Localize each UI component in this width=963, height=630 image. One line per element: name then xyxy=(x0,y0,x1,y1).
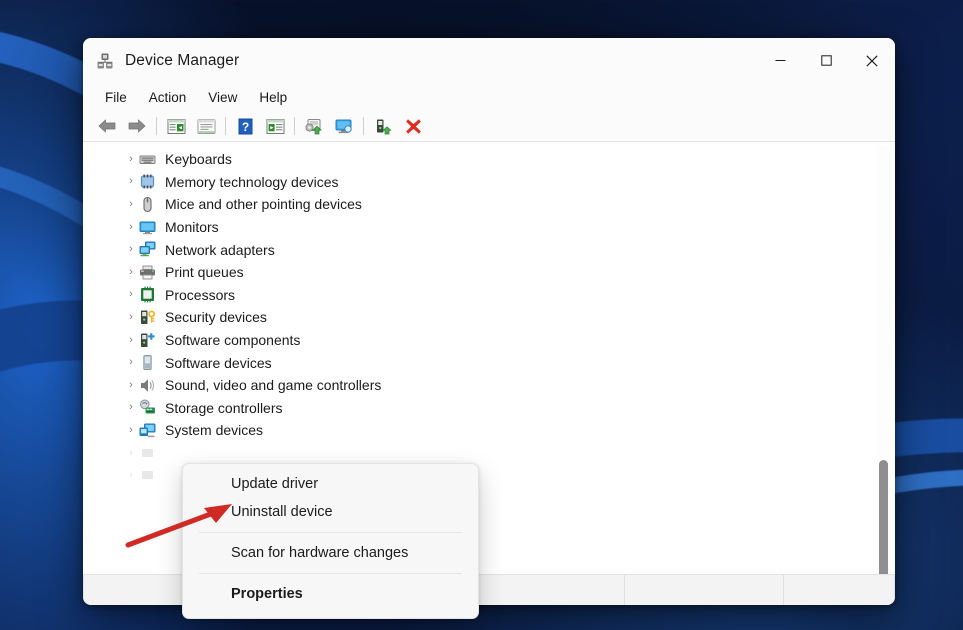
status-cell-tertiary xyxy=(784,575,895,605)
toolbar-separator xyxy=(294,117,295,135)
toolbar-separator xyxy=(156,117,157,135)
tree-item-label: Network adapters xyxy=(165,241,275,258)
window-controls xyxy=(757,38,895,83)
tree-item-processors[interactable]: › Processors xyxy=(83,284,895,307)
minimize-button[interactable] xyxy=(757,38,803,83)
scan-hardware-changes-button[interactable] xyxy=(299,113,329,139)
menu-item-view[interactable]: View xyxy=(197,87,248,108)
chevron-right-icon[interactable]: › xyxy=(123,244,139,255)
memory-card-icon xyxy=(139,173,156,190)
processor-chip-icon xyxy=(139,286,156,303)
software-device-icon xyxy=(139,354,156,371)
tree-item-label: Processors xyxy=(165,286,236,303)
tree-item-system-devices[interactable]: › System devices xyxy=(83,419,895,442)
chevron-right-icon[interactable]: › xyxy=(123,311,139,323)
tree-item-print-queues[interactable]: › Print queues xyxy=(83,261,895,284)
chevron-right-icon[interactable]: › xyxy=(123,402,139,413)
context-menu-item-scan-for-hardware-changes[interactable]: Scan for hardware changes xyxy=(183,539,478,567)
monitor-icon xyxy=(139,219,156,236)
uninstall-device-button[interactable] xyxy=(398,113,428,139)
vertical-scrollbar[interactable] xyxy=(877,146,890,574)
toolbar-separator xyxy=(225,117,226,135)
update-driver-button[interactable] xyxy=(368,113,398,139)
chevron-right-icon[interactable]: › xyxy=(123,357,139,368)
storage-controller-icon xyxy=(139,399,156,416)
status-cell-secondary xyxy=(625,575,785,605)
context-menu-item-update-driver[interactable]: Update driver xyxy=(183,470,478,498)
chevron-right-icon[interactable]: › xyxy=(123,176,139,187)
tree-item-label: Keyboards xyxy=(165,151,232,168)
tree-item-mice-and-other-pointing-devices[interactable]: › Mice and other pointing devices xyxy=(83,193,895,216)
context-menu: Update driver Uninstall device Scan for … xyxy=(182,463,479,619)
printer-icon xyxy=(139,264,156,281)
chevron-right-icon[interactable]: › xyxy=(123,266,139,278)
context-menu-separator xyxy=(199,573,462,574)
security-key-icon xyxy=(139,309,156,326)
device-manager-icon xyxy=(96,52,114,70)
system-device-icon xyxy=(139,422,156,439)
chevron-right-icon[interactable]: › xyxy=(123,447,139,459)
speaker-icon xyxy=(139,377,156,394)
tree-item-sound-video-and-game-controllers[interactable]: › Sound, video and game controllers xyxy=(83,374,895,397)
tree-item-label: Mice and other pointing devices xyxy=(165,196,362,213)
chevron-right-icon[interactable]: › xyxy=(123,334,139,346)
chevron-right-icon[interactable]: › xyxy=(123,198,139,210)
tree-item-memory-technology-devices[interactable]: › Memory technology devices xyxy=(83,171,895,194)
scrollbar-thumb[interactable] xyxy=(879,460,888,574)
tree-item-label: Software components xyxy=(165,332,301,349)
generic-device-icon xyxy=(139,467,156,484)
tree-item-partial[interactable]: › xyxy=(83,442,895,465)
chevron-right-icon[interactable]: › xyxy=(123,153,139,165)
toolbar-separator xyxy=(363,117,364,135)
chevron-right-icon[interactable]: › xyxy=(123,470,139,481)
tree-item-label: Print queues xyxy=(165,264,244,281)
menu-item-file[interactable]: File xyxy=(94,87,138,108)
tree-item-software-devices[interactable]: › Software devices xyxy=(83,351,895,374)
tree-item-network-adapters[interactable]: › Network adapters xyxy=(83,238,895,261)
maximize-button[interactable] xyxy=(803,38,849,83)
generic-device-icon xyxy=(139,445,156,462)
toolbar: ? xyxy=(83,111,895,142)
keyboard-icon xyxy=(139,151,156,168)
menu-item-help[interactable]: Help xyxy=(248,87,298,108)
tree-item-label: Security devices xyxy=(165,309,267,326)
chevron-right-icon[interactable]: › xyxy=(123,424,139,436)
tree-item-security-devices[interactable]: › Security devices xyxy=(83,306,895,329)
context-menu-item-uninstall-device[interactable]: Uninstall device xyxy=(183,498,478,526)
tree-item-label: Software devices xyxy=(165,354,272,371)
console-tree-button[interactable] xyxy=(161,113,191,139)
network-adapter-icon xyxy=(139,241,156,258)
tree-item-label: System devices xyxy=(165,422,264,439)
chevron-right-icon[interactable]: › xyxy=(123,379,139,391)
tree-item-software-components[interactable]: › Software components xyxy=(83,329,895,352)
context-menu-separator xyxy=(199,532,462,533)
properties-window-button[interactable] xyxy=(191,113,221,139)
action-pane-button[interactable] xyxy=(260,113,290,139)
chevron-right-icon[interactable]: › xyxy=(123,289,139,300)
device-tree: › Keyboards › Memory technology devices … xyxy=(83,148,895,487)
tree-item-label: Monitors xyxy=(165,219,219,236)
software-component-icon xyxy=(139,332,156,349)
context-menu-item-properties[interactable]: Properties xyxy=(183,580,478,608)
tree-item-label: Memory technology devices xyxy=(165,173,339,190)
tree-item-storage-controllers[interactable]: › Storage controllers xyxy=(83,397,895,420)
help-button[interactable]: ? xyxy=(230,113,260,139)
forward-button[interactable] xyxy=(122,113,152,139)
chevron-right-icon[interactable]: › xyxy=(123,221,139,233)
monitor-display-button[interactable] xyxy=(329,113,359,139)
svg-text:?: ? xyxy=(241,120,248,134)
back-button[interactable] xyxy=(92,113,122,139)
menu-bar: File Action View Help xyxy=(83,83,895,111)
tree-item-keyboards[interactable]: › Keyboards xyxy=(83,148,895,171)
tree-item-label: Storage controllers xyxy=(165,399,283,416)
title-bar[interactable]: Device Manager xyxy=(83,38,895,83)
window-title: Device Manager xyxy=(125,51,240,69)
mouse-icon xyxy=(139,196,156,213)
close-button[interactable] xyxy=(849,38,895,83)
menu-item-action[interactable]: Action xyxy=(138,87,198,108)
tree-item-monitors[interactable]: › Monitors xyxy=(83,216,895,239)
tree-item-label: Sound, video and game controllers xyxy=(165,377,382,394)
